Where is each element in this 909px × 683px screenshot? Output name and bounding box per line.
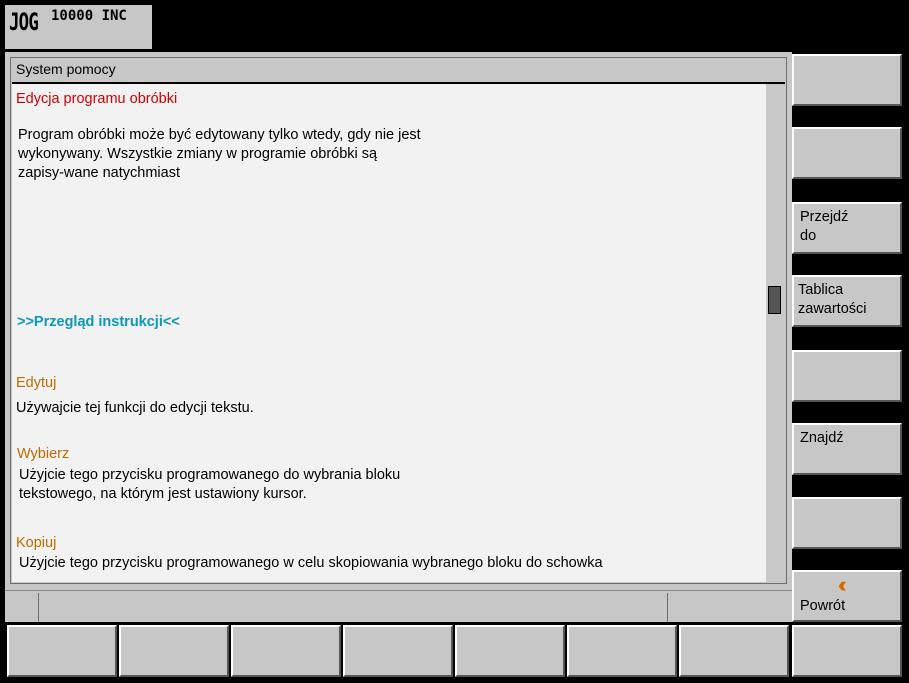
softkey-v1[interactable] bbox=[792, 54, 902, 106]
softkey-h6[interactable] bbox=[567, 625, 677, 677]
section-text-select-2: tekstowego, na którym jest ustawiony kur… bbox=[19, 486, 307, 502]
softkey-h8[interactable] bbox=[792, 625, 902, 677]
status-cell-left bbox=[5, 593, 39, 622]
scrollbar-thumb[interactable] bbox=[768, 286, 781, 314]
softkey-v5[interactable] bbox=[792, 350, 902, 402]
softkey-h5[interactable] bbox=[455, 625, 565, 677]
double-chevron-left-icon: ‹‹ bbox=[838, 572, 846, 597]
section-text-edit: Używajcie tej funkcji do edycji tekstu. bbox=[16, 400, 254, 416]
status-cell-right bbox=[669, 593, 792, 622]
scrollbar-track[interactable] bbox=[766, 84, 785, 582]
softkey-v2[interactable] bbox=[792, 127, 902, 179]
help-window-title: System pomocy bbox=[16, 61, 116, 77]
mode-label: JOG bbox=[9, 8, 39, 36]
status-message-area bbox=[40, 593, 668, 622]
section-text-select-1: Użyjcie tego przycisku programowanego do… bbox=[19, 467, 401, 483]
softkey-h4[interactable] bbox=[343, 625, 453, 677]
section-heading-copy: Kopiuj bbox=[16, 535, 57, 551]
instructions-overview-link[interactable]: >>Przegląd instrukcji<< bbox=[17, 313, 180, 333]
section-text-copy: Użyjcie tego przycisku programowanego w … bbox=[19, 555, 603, 571]
topic-title: Edycja programu obróbki bbox=[16, 91, 178, 107]
softkey-h1[interactable] bbox=[7, 625, 117, 677]
intro-line-3: zapisy-wane natychmiast bbox=[18, 165, 180, 181]
increment-label: 10000 INC bbox=[51, 8, 127, 24]
find-softkey[interactable]: Znajdź bbox=[792, 423, 902, 475]
intro-line-2: wykonywany. Wszystkie zmiany w programie… bbox=[18, 146, 378, 162]
section-heading-select: Wybierz bbox=[17, 446, 70, 462]
back-label: Powrót bbox=[800, 598, 846, 614]
table-of-contents-softkey[interactable]: Tablica zawartości bbox=[792, 275, 902, 327]
softkey-v7[interactable] bbox=[792, 497, 902, 549]
softkey-h7[interactable] bbox=[679, 625, 789, 677]
intro-line-1: Program obróbki może być edytowany tylko… bbox=[18, 127, 421, 143]
goto-softkey[interactable]: Przejdź do bbox=[792, 202, 902, 254]
status-divider bbox=[5, 590, 792, 591]
softkey-h2[interactable] bbox=[119, 625, 229, 677]
softkey-h3[interactable] bbox=[231, 625, 341, 677]
back-softkey[interactable]: ‹‹ Powrót bbox=[792, 570, 902, 622]
section-heading-edit: Edytuj bbox=[16, 375, 57, 391]
